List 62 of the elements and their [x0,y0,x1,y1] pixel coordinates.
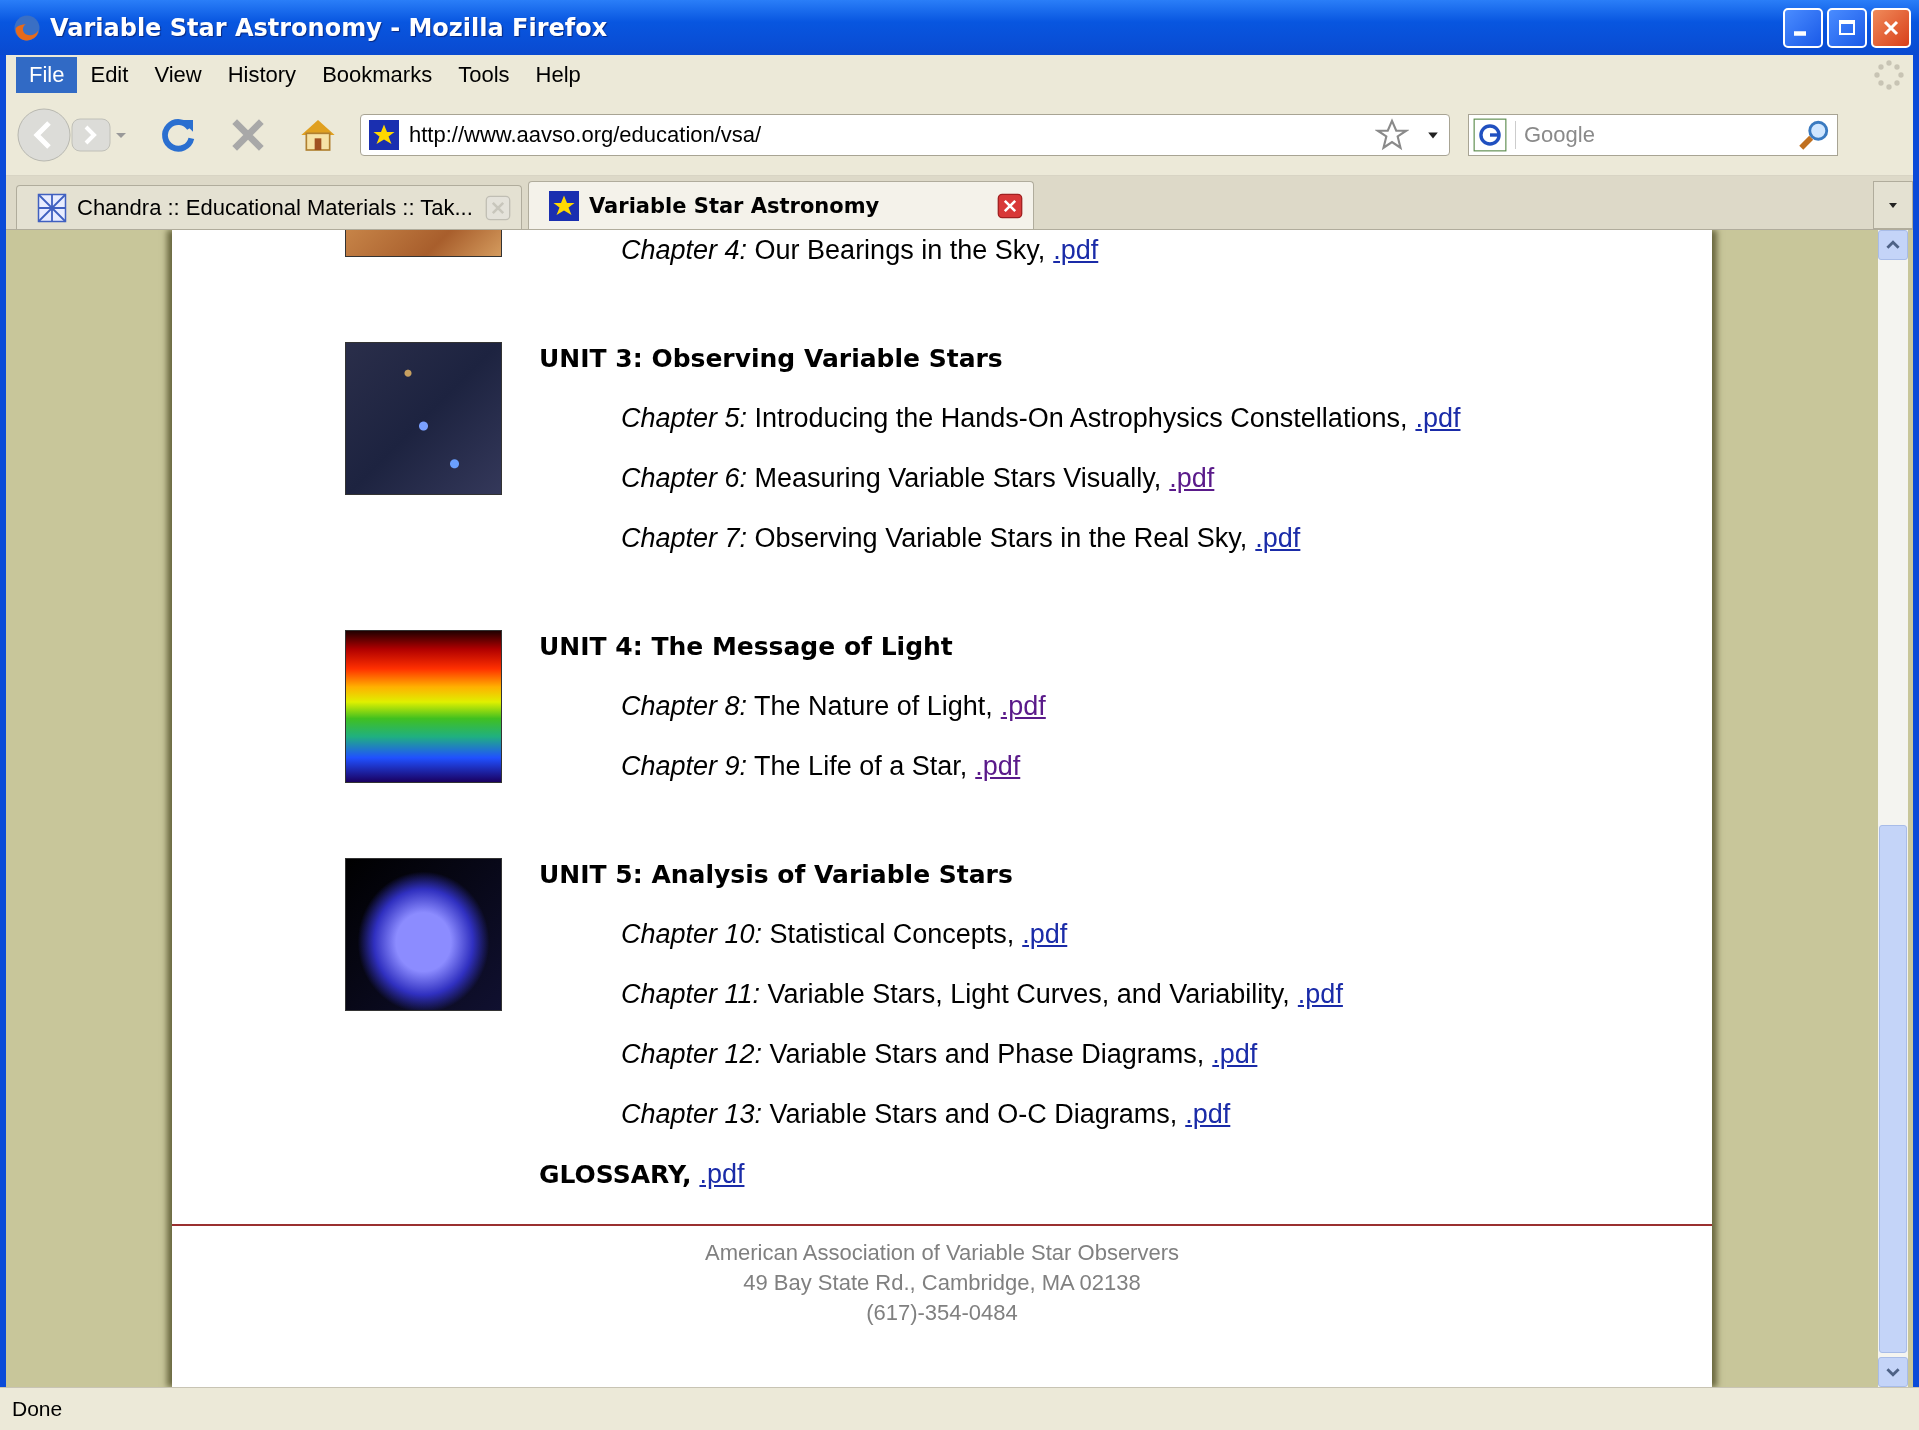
url-text: http://www.aavso.org/education/vsa/ [409,122,762,148]
menu-item[interactable]: File [16,57,78,93]
unit-heading: UNIT 4: The Message of Light [539,630,954,663]
scroll-thumb[interactable] [1879,825,1907,1353]
menu-item[interactable]: Help [522,57,594,93]
chapter-entry: Chapter 13: Variable Stars and O-C Diagrams, [621,1098,1178,1130]
pdf-link[interactable]: .pdf [699,1158,745,1190]
chevron-down-icon [1886,1365,1900,1379]
star-favicon-icon [369,120,399,150]
menu-item[interactable]: Tools [445,57,523,93]
scroll-up-button[interactable] [1878,230,1908,260]
pdf-link[interactable]: .pdf [1000,690,1046,722]
scroll-down-button[interactable] [1878,1357,1908,1387]
chapter-entry: Chapter 5: Introducing the Hands-On Astrophysics Constellations, [621,402,1408,434]
maximize-icon [1837,17,1857,38]
pdf-link[interactable]: .pdf [1212,1038,1258,1070]
grid-favicon-icon [37,192,67,223]
scrollbar[interactable] [1878,230,1908,1387]
loading-icon [1873,59,1905,91]
pdf-link[interactable]: .pdf [1185,1098,1231,1130]
pdf-link[interactable]: .pdf [1415,402,1461,434]
pdf-link[interactable]: .pdf [1169,462,1215,494]
pdf-link[interactable]: .pdf [1022,918,1068,950]
chapter-entry: Chapter 10: Statistical Concepts, [621,918,1015,950]
menu-item[interactable]: Edit [77,57,142,93]
star-favicon-icon [549,190,579,221]
menu-item[interactable]: Bookmarks [309,57,446,93]
search-engine-icon[interactable] [1473,118,1507,152]
search-field[interactable]: Google [1468,114,1838,156]
menu-item[interactable]: View [141,57,215,93]
chapter-entry: Chapter 4: Our Bearings in the Sky, [621,234,1046,266]
browser-tab[interactable]: Chandra :: Educational Materials :: Tak... [16,185,522,229]
chevron-up-icon [1886,238,1900,252]
unit-heading: UNIT 3: Observing Variable Stars [539,342,1004,375]
caret-icon [1888,200,1898,210]
browser-tab[interactable]: Variable Star Astronomy [528,181,1034,229]
minimize-button[interactable] [1783,7,1823,48]
close-button[interactable] [1871,7,1911,48]
chapter-entry: Chapter 7: Observing Variable Stars in the Real Sky, [621,522,1248,554]
chapter-entry: Chapter 12: Variable Stars and Phase Diagrams, [621,1038,1205,1070]
footer-text: American Association of Variable Star Observers [705,1239,1179,1267]
maximize-button[interactable] [1827,7,1867,48]
tab-close-icon[interactable] [997,192,1023,219]
bookmark-star-icon[interactable] [1375,118,1409,152]
search-icon[interactable] [1797,118,1831,152]
pdf-link[interactable]: .pdf [1255,522,1301,554]
menu-item[interactable]: History [214,57,310,93]
minimize-icon [1794,31,1806,36]
pdf-link[interactable]: .pdf [1297,978,1343,1010]
glossary-label: GLOSSARY, [539,1159,692,1189]
window-title: Variable Star Astronomy - Mozilla Firefox [50,13,608,42]
footer-text: (617)-354-0484 [866,1299,1018,1327]
pdf-link[interactable]: .pdf [1053,234,1099,266]
chapter-entry: Chapter 9: The Life of a Star, [621,750,968,782]
unit-heading: UNIT 5: Analysis of Variable Stars [539,858,1014,891]
address-bar[interactable]: http://www.aavso.org/education/vsa/ [360,114,1450,156]
status-text: Done [12,1397,63,1421]
footer-text: 49 Bay State Rd., Cambridge, MA 02138 [743,1269,1141,1297]
chapter-entry: Chapter 6: Measuring Variable Stars Visually, [621,462,1162,494]
pdf-link[interactable]: .pdf [975,750,1021,782]
chapter-entry: Chapter 11: Variable Stars, Light Curves, and Variability, [621,978,1290,1010]
chapter-entry: Chapter 8: The Nature of Light, [621,690,993,722]
